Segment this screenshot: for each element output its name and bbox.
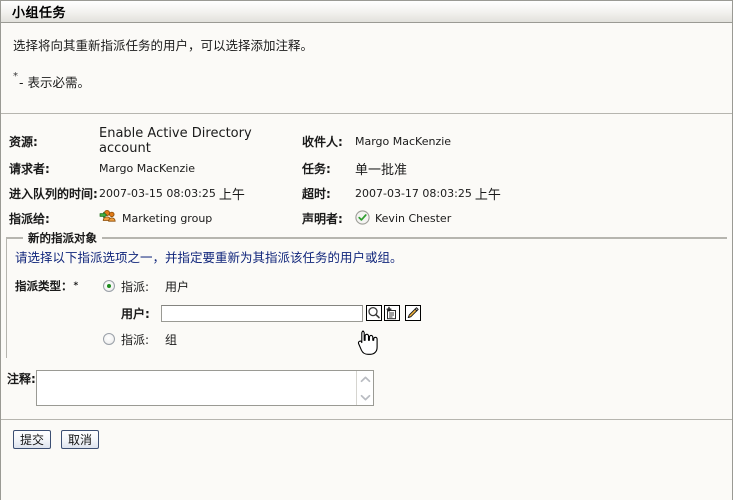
detail-label-task: 任务:	[302, 160, 355, 177]
check-circle-icon	[355, 210, 370, 228]
detail-label-claimed-by: 声明者:	[302, 210, 355, 227]
intro-description: 选择将向其重新指派任务的用户，可以选择添加注释。	[13, 35, 720, 54]
detail-value-requester: Margo MacKenzie	[99, 162, 302, 175]
detail-label-queued-time: 进入队列的时间:	[1, 185, 99, 202]
radio-assign-group-label[interactable]: 指派: 组	[121, 331, 177, 348]
detail-label-assigned-to: 指派给:	[1, 210, 99, 227]
cancel-button[interactable]: 取消	[61, 430, 99, 449]
fieldset-legend: 新的指派对象	[23, 230, 102, 246]
timeout-ampm: 上午	[475, 184, 501, 203]
form-actions: 提交 取消	[1, 420, 732, 449]
scroll-up-icon[interactable]	[357, 371, 373, 387]
detail-label-requester: 请求者:	[1, 160, 99, 177]
timeout-date: 2007-03-17 08:03:25	[355, 187, 472, 200]
task-details: 资源: Enable Active Directory account 收件人:…	[1, 114, 732, 237]
detail-row: 指派给: Marketing group 声明者:	[1, 206, 732, 231]
assignment-description: 请选择以下指派选项之一，并指定要重新为其指派该任务的用户或组。	[15, 247, 719, 266]
detail-row: 进入队列的时间: 2007-03-15 08:03:25 上午 超时: 2007…	[1, 181, 732, 206]
required-asterisk-icon: *	[13, 71, 18, 83]
assign-type-label: 指派类型：*	[15, 278, 103, 294]
assign-type-label-text: 指派类型：	[15, 278, 73, 294]
detail-value-claimed-by: Kevin Chester	[355, 210, 451, 228]
group-task-page: 小组任务 选择将向其重新指派任务的用户，可以选择添加注释。 * - 表示必需。 …	[0, 0, 733, 500]
detail-label-timeout: 超时:	[302, 185, 355, 202]
radio-assign-user[interactable]	[103, 280, 115, 292]
detail-label-recipient: 收件人:	[302, 133, 355, 150]
required-legend-text: - 表示必需。	[19, 72, 90, 91]
assigned-to-name: Marketing group	[122, 212, 212, 225]
queued-time-ampm: 上午	[219, 184, 245, 203]
radio-user-value: 用户	[165, 280, 189, 294]
window-titlebar: 小组任务	[1, 0, 732, 23]
radio-assign-user-label[interactable]: 指派: 用户	[121, 278, 189, 295]
object-lookup-icon[interactable]	[366, 305, 382, 321]
radio-assign-group[interactable]	[103, 333, 115, 345]
detail-row: 请求者: Margo MacKenzie 任务: 单一批准	[1, 156, 732, 181]
comment-scrollbar[interactable]	[356, 371, 373, 405]
required-legend: * - 表示必需。	[13, 72, 720, 91]
required-asterisk-icon: *	[74, 281, 79, 291]
page-title: 小组任务	[12, 2, 66, 21]
detail-value-assigned-to: Marketing group	[99, 209, 302, 228]
user-input[interactable]	[161, 305, 363, 322]
intro-section: 选择将向其重新指派任务的用户，可以选择添加注释。 * - 表示必需。	[1, 23, 732, 91]
detail-label-resource: 资源:	[1, 133, 99, 150]
submit-button[interactable]: 提交	[13, 430, 51, 449]
radio-group-prefix: 指派:	[121, 333, 149, 347]
comment-label: 注释:	[1, 370, 36, 388]
radio-group-value: 组	[165, 333, 177, 347]
detail-value-task: 单一批准	[355, 159, 407, 178]
assign-type-row-user: 指派类型：* 指派: 用户	[15, 275, 719, 297]
detail-value-queued-time: 2007-03-15 08:03:25 上午	[99, 184, 302, 203]
detail-row: 资源: Enable Active Directory account 收件人:…	[1, 126, 732, 156]
comment-textarea-shell[interactable]	[36, 370, 374, 406]
object-edit-icon[interactable]	[405, 305, 421, 321]
queued-time-date: 2007-03-15 08:03:25	[99, 187, 216, 200]
user-field-label: 用户:	[103, 305, 161, 322]
claimed-by-name: Kevin Chester	[375, 212, 451, 225]
scroll-down-icon[interactable]	[357, 389, 373, 405]
assign-type-row-group: 指派: 组	[15, 328, 719, 350]
user-field-row: 用户:	[15, 301, 719, 325]
detail-value-recipient: Margo MacKenzie	[355, 135, 451, 148]
fieldset-top-rule	[7, 238, 727, 239]
detail-value-timeout: 2007-03-17 08:03:25 上午	[355, 184, 501, 203]
fieldset-content: 请选择以下指派选项之一，并指定要重新为其指派该任务的用户或组。 指派类型：* 指…	[7, 238, 727, 350]
detail-value-resource: Enable Active Directory account	[99, 126, 302, 156]
object-history-icon[interactable]	[384, 305, 400, 321]
radio-user-prefix: 指派:	[121, 280, 149, 294]
group-icon	[99, 209, 117, 228]
new-assignee-fieldset: 新的指派对象 请选择以下指派选项之一，并指定要重新为其指派该任务的用户或组。 指…	[6, 237, 727, 358]
comment-textarea[interactable]	[37, 371, 356, 405]
comment-section: 注释:	[1, 358, 732, 406]
